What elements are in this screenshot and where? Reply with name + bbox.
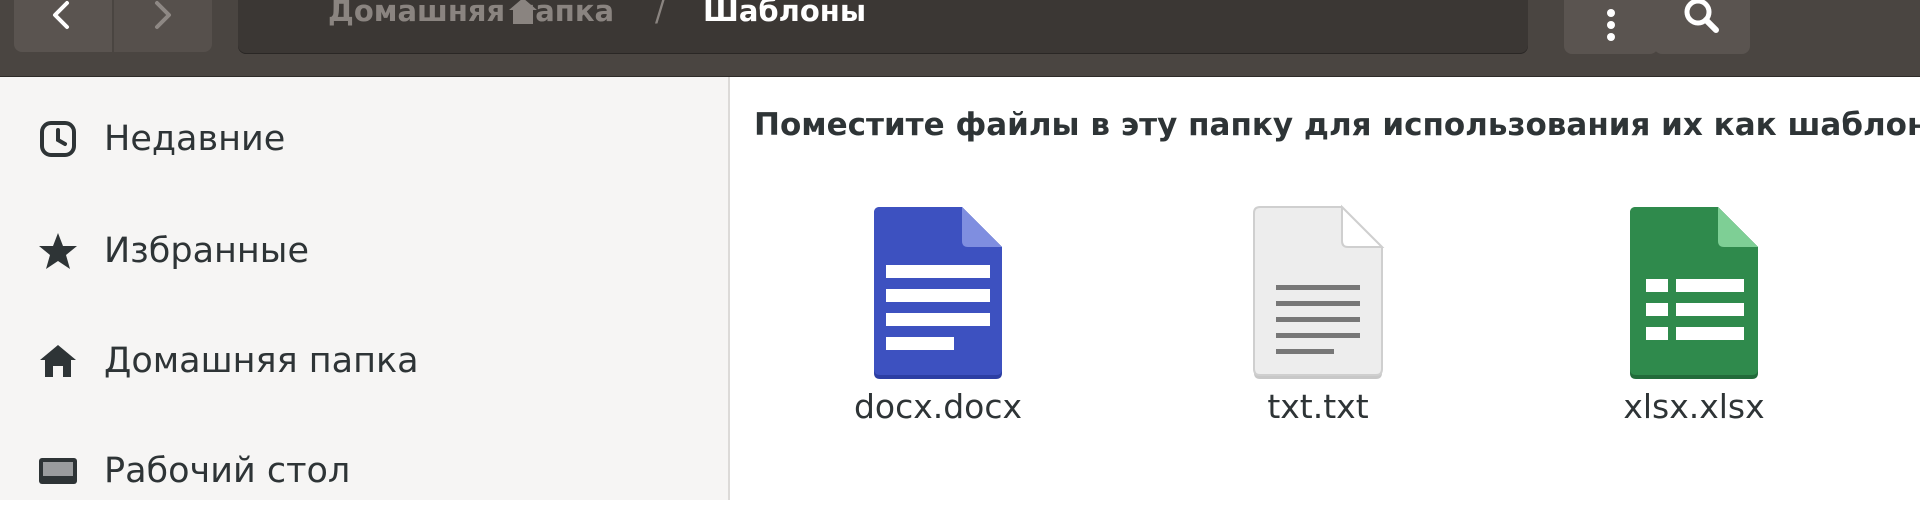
sidebar-item-label: Рабочий стол [104,451,351,491]
search-button[interactable] [1654,0,1750,54]
sidebar-item-recent[interactable]: Недавние [0,99,728,179]
sidebar: Недавние Избранные Домашняя папка Рабочи… [0,77,730,500]
back-button[interactable] [14,0,112,52]
sidebar-item-home[interactable]: Домашняя папка [0,321,728,401]
clock-icon [36,117,80,161]
star-icon [36,229,80,273]
file-name: txt.txt [1267,387,1369,426]
desktop-icon [36,449,80,493]
file-item-docx[interactable]: docx.docx [828,203,1048,433]
sidebar-item-label: Домашняя папка [104,341,419,381]
templates-hint-text: Поместите файлы в эту папку для использо… [754,107,1920,143]
breadcrumb-separator: / [655,0,665,28]
search-icon [1684,0,1719,33]
sidebar-item-starred[interactable]: Избранные [0,211,728,291]
breadcrumb-home[interactable]: Домашняя папка [328,0,614,26]
document-icon [874,207,1002,379]
menu-button[interactable] [1564,0,1658,54]
file-name: docx.docx [853,387,1023,426]
text-file-icon [1253,204,1385,379]
file-item-txt[interactable]: txt.txt [1208,203,1428,433]
forward-button[interactable] [114,0,212,52]
breadcrumb-current[interactable]: Шаблоны [703,0,866,26]
sidebar-item-label: Недавние [104,119,286,159]
vertical-dots-icon [1607,9,1615,41]
sidebar-item-desktop[interactable]: Рабочий стол [0,431,728,511]
sidebar-item-label: Избранные [104,231,309,271]
chevron-left-icon [53,1,69,29]
file-name: xlsx.xlsx [1623,387,1765,426]
home-icon [36,339,80,383]
file-item-xlsx[interactable]: xlsx.xlsx [1584,203,1804,433]
file-view: Поместите файлы в эту папку для использо… [730,77,1920,500]
header-bar: Домашняя папка / Шаблоны [0,0,1920,77]
spreadsheet-icon [1630,207,1758,379]
chevron-right-icon [155,1,171,29]
